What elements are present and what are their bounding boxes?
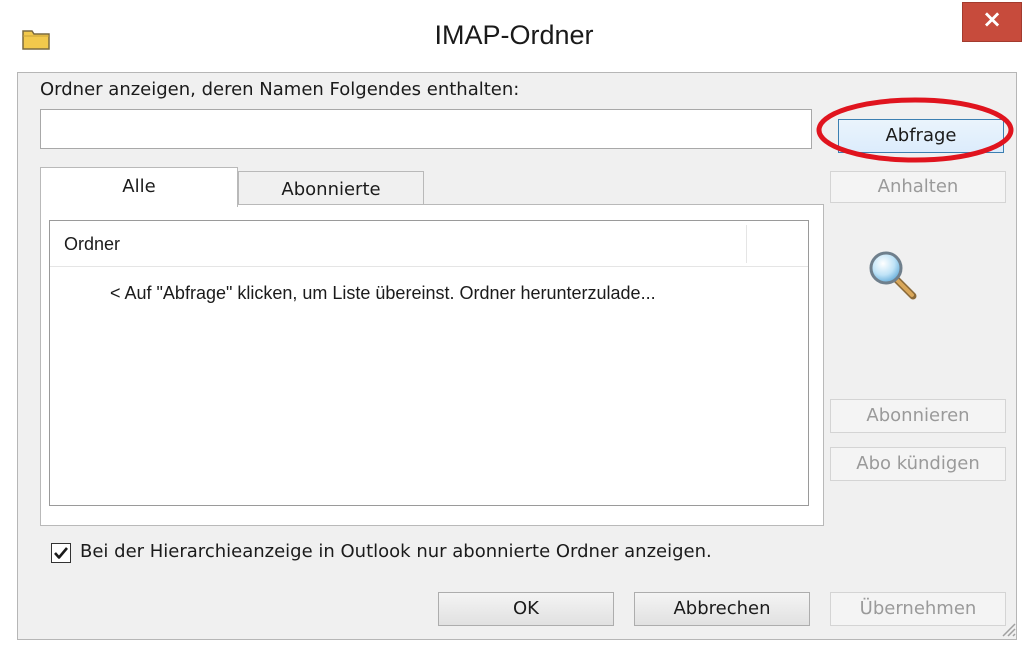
list-hint: < Auf "Abfrage" klicken, um Liste überei… <box>110 283 656 303</box>
unsubscribe-button-label: Abo kündigen <box>856 453 980 474</box>
tab-all[interactable]: Alle <box>40 167 238 207</box>
filter-input[interactable] <box>40 109 812 149</box>
subscribed-only-checkbox[interactable] <box>51 543 71 563</box>
column-separator <box>746 225 747 263</box>
filter-label: Ordner anzeigen, deren Namen Folgendes e… <box>40 79 520 100</box>
stop-button-label: Anhalten <box>877 176 959 197</box>
folder-column-header[interactable]: Ordner <box>50 221 808 267</box>
ok-button-label: OK <box>513 598 539 619</box>
magnifier-icon <box>869 251 917 300</box>
tab-all-label: Alle <box>122 176 156 197</box>
tab-panel: Ordner < Auf "Abfrage" klicken, um Liste… <box>40 204 824 526</box>
close-icon: × <box>981 5 1003 33</box>
close-button[interactable]: × <box>962 2 1022 42</box>
query-button[interactable]: Abfrage <box>838 119 1004 153</box>
window-title: IMAP-Ordner <box>434 20 594 50</box>
imap-folders-dialog: IMAP-Ordner × Ordner anzeigen, deren Nam… <box>0 0 1028 649</box>
query-button-label: Abfrage <box>885 125 957 146</box>
tab-subscribed-label: Abonnierte <box>281 179 381 200</box>
folder-column-label: Ordner <box>64 234 121 254</box>
cancel-button[interactable]: Abbrechen <box>634 592 810 626</box>
cancel-button-label: Abbrechen <box>673 598 771 619</box>
folder-list[interactable]: Ordner < Auf "Abfrage" klicken, um Liste… <box>49 220 809 506</box>
subscribe-button[interactable]: Abonnieren <box>830 399 1006 433</box>
unsubscribe-button[interactable]: Abo kündigen <box>830 447 1006 481</box>
title-bar: IMAP-Ordner × <box>0 0 1028 78</box>
stop-button[interactable]: Anhalten <box>830 171 1006 203</box>
subscribe-button-label: Abonnieren <box>866 405 970 426</box>
tab-subscribed[interactable]: Abonnierte <box>238 171 424 205</box>
subscribed-only-label: Bei der Hierarchieanzeige in Outlook nur… <box>80 541 712 562</box>
ok-button[interactable]: OK <box>438 592 614 626</box>
resize-grip-icon[interactable] <box>998 619 1016 637</box>
apply-button[interactable]: Übernehmen <box>830 592 1006 626</box>
checkmark-icon <box>54 547 68 559</box>
apply-button-label: Übernehmen <box>859 598 977 619</box>
dialog-body: Ordner anzeigen, deren Namen Folgendes e… <box>17 72 1017 640</box>
